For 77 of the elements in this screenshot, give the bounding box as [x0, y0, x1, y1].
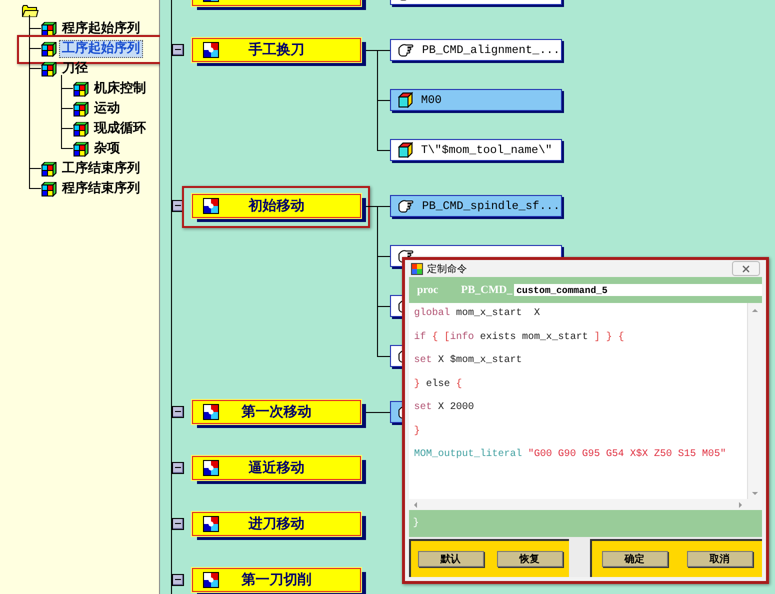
collapse-button[interactable] — [172, 44, 184, 56]
cube-icon — [73, 142, 89, 156]
command-block[interactable]: PB_CMD_spindle_sf... — [390, 195, 562, 217]
tree-item[interactable]: 刀径 — [59, 60, 91, 78]
tree-item[interactable]: 程序起始序列 — [59, 20, 143, 38]
command-label: T\"$mom_tool_name\" — [421, 144, 552, 156]
tree-item[interactable]: 运动 — [91, 100, 123, 118]
up-arrow-icon — [751, 307, 759, 314]
event-label: 第一次移动 — [240, 403, 312, 421]
tree-item[interactable]: 工序起始序列 — [59, 40, 143, 58]
puzzle-icon — [203, 572, 219, 588]
code-line: global mom_x_start X — [414, 306, 542, 321]
cube-icon — [41, 42, 57, 56]
command-block[interactable]: PB_CMD_alignment_... — [390, 39, 562, 61]
dialog-button[interactable]: 默认 — [418, 551, 484, 567]
cube-icon — [41, 62, 57, 76]
event-label: 进刀移动 — [247, 515, 306, 533]
event-block[interactable]: 初始移动 — [192, 194, 361, 218]
tree-item[interactable]: 机床控制 — [91, 80, 149, 98]
code-line: set X $mom_x_start — [414, 354, 524, 368]
close-button[interactable] — [732, 261, 760, 276]
cube-icon — [398, 142, 413, 158]
cube-icon — [73, 82, 89, 96]
event-block[interactable]: 手工换刀 — [192, 38, 361, 62]
puzzle-icon — [203, 42, 219, 58]
name-prefix: PB_CMD_ — [461, 284, 512, 296]
collapse-button[interactable] — [172, 462, 184, 474]
puzzle-icon — [203, 516, 219, 532]
cube-icon — [73, 102, 89, 116]
event-block[interactable]: 第一刀切削 — [192, 568, 361, 592]
event-label: 手工换刀 — [248, 41, 306, 59]
event-label: 逼近移动 — [248, 459, 306, 477]
cube-icon — [41, 182, 57, 196]
name-field[interactable]: custom_command_5 — [514, 284, 762, 296]
app-icon — [411, 262, 423, 274]
cube-icon — [73, 122, 89, 136]
command-block[interactable]: M00 — [390, 89, 562, 111]
collapse-button[interactable] — [172, 518, 184, 530]
puzzle-icon — [203, 404, 219, 420]
code-line: } else { — [414, 378, 464, 392]
command-label: M00 — [421, 94, 442, 106]
event-block[interactable]: 进刀移动 — [192, 512, 361, 536]
pointing-hand-icon — [398, 198, 414, 214]
dialog-button[interactable]: 恢复 — [496, 551, 562, 567]
code-line: MOM_output_literal "G00 G90 G95 G54 X$X Z50 S15 M05" — [414, 448, 728, 462]
cube-icon — [41, 162, 57, 176]
event-label: 初始移动 — [247, 197, 306, 215]
event-block[interactable]: 逼近移动 — [192, 456, 361, 480]
cube-icon — [41, 22, 57, 36]
left-arrow-icon — [412, 500, 419, 508]
collapse-button[interactable] — [172, 574, 184, 586]
cube-icon — [398, 92, 413, 108]
code-line: if { [info exists mom_x_start ] } { — [414, 330, 626, 344]
code-line: } — [413, 518, 420, 529]
command-label: PB_CMD_alignment_... — [422, 44, 560, 56]
puzzle-icon — [203, 460, 219, 476]
window-title: 定制命令 — [427, 262, 468, 276]
pointing-hand-icon — [398, 42, 414, 58]
tree-item[interactable]: 工序结束序列 — [59, 160, 143, 178]
event-label: 第一刀切削 — [240, 571, 312, 589]
puzzle-icon — [203, 198, 219, 214]
right-arrow-icon — [737, 500, 744, 508]
command-label: PB_CMD_spindle_sf... — [422, 200, 560, 212]
close-icon — [742, 264, 750, 272]
command-block[interactable]: T\"$mom_tool_name\" — [390, 139, 562, 161]
tree-item[interactable]: 程序结束序列 — [59, 180, 143, 198]
code-line: } — [414, 424, 422, 438]
dialog-button[interactable]: 取消 — [686, 551, 752, 567]
tree-item[interactable]: 现成循环 — [91, 120, 149, 138]
event-block[interactable]: 第一次移动 — [192, 400, 361, 424]
proc-keyword: proc — [417, 284, 440, 296]
down-arrow-icon — [751, 490, 759, 497]
dialog-button[interactable]: 确定 — [602, 551, 668, 567]
code-line: set X 2000 — [414, 401, 476, 415]
tree-item[interactable]: 杂项 — [91, 140, 123, 158]
folder-icon — [22, 4, 39, 18]
collapse-button[interactable] — [172, 406, 184, 418]
